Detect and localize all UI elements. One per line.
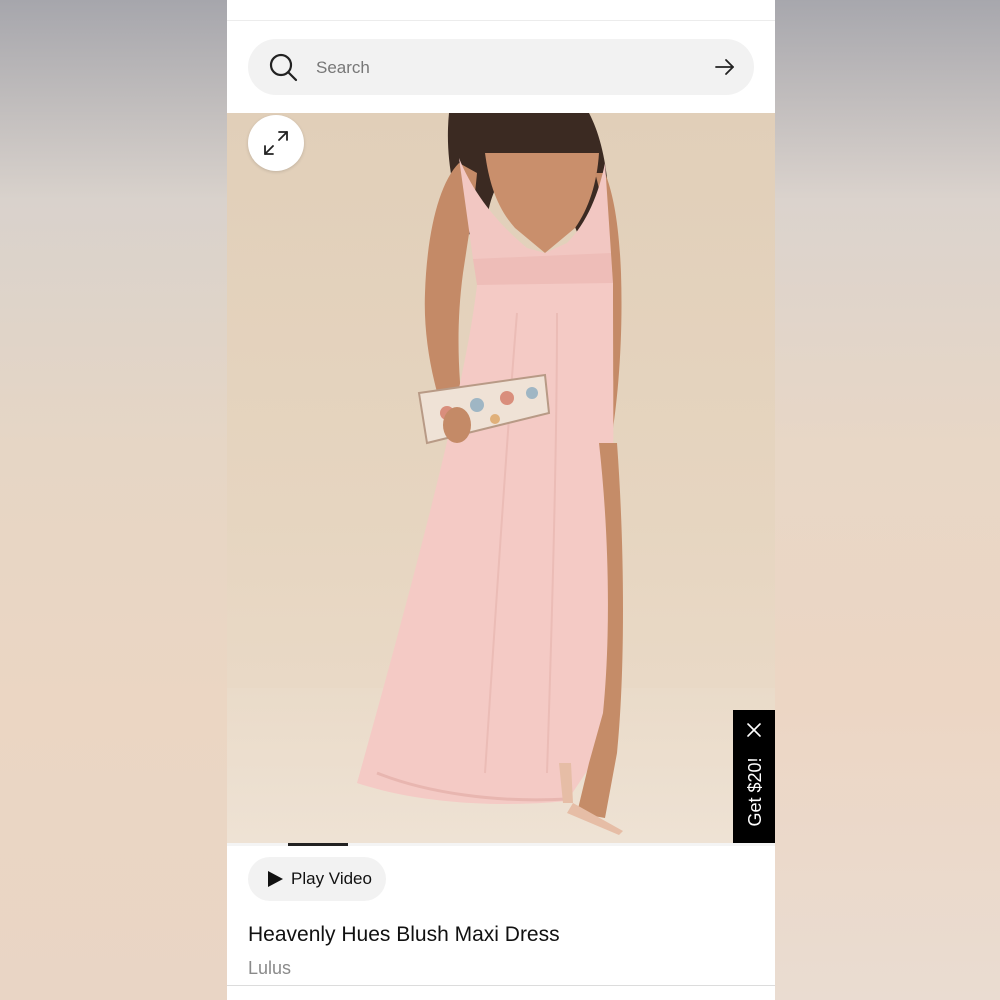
play-video-button[interactable]: Play Video xyxy=(248,857,386,901)
search-icon xyxy=(269,53,298,82)
product-page: Get $20! Play Video Heavenly Hues Blush … xyxy=(227,0,775,1000)
top-strip xyxy=(227,0,775,21)
product-image[interactable] xyxy=(227,113,775,843)
play-video-label: Play Video xyxy=(291,869,372,888)
divider xyxy=(227,985,775,986)
background-blur-left xyxy=(0,0,227,1000)
promo-label[interactable]: Get $20! xyxy=(743,744,767,840)
arrow-right-icon[interactable] xyxy=(714,56,736,78)
product-brand[interactable]: Lulus xyxy=(248,958,291,979)
image-carousel-indicator xyxy=(288,843,348,846)
promo-tab[interactable]: Get $20! xyxy=(733,710,775,846)
background-blur-right xyxy=(775,0,1000,1000)
expand-image-button[interactable] xyxy=(248,115,304,171)
search-input[interactable] xyxy=(314,53,698,83)
search-bar[interactable] xyxy=(248,39,754,95)
close-icon[interactable] xyxy=(746,722,762,738)
model-in-dress-illustration xyxy=(357,113,623,835)
expand-icon xyxy=(264,131,288,155)
play-icon xyxy=(268,871,283,887)
product-title: Heavenly Hues Blush Maxi Dress xyxy=(248,923,560,946)
